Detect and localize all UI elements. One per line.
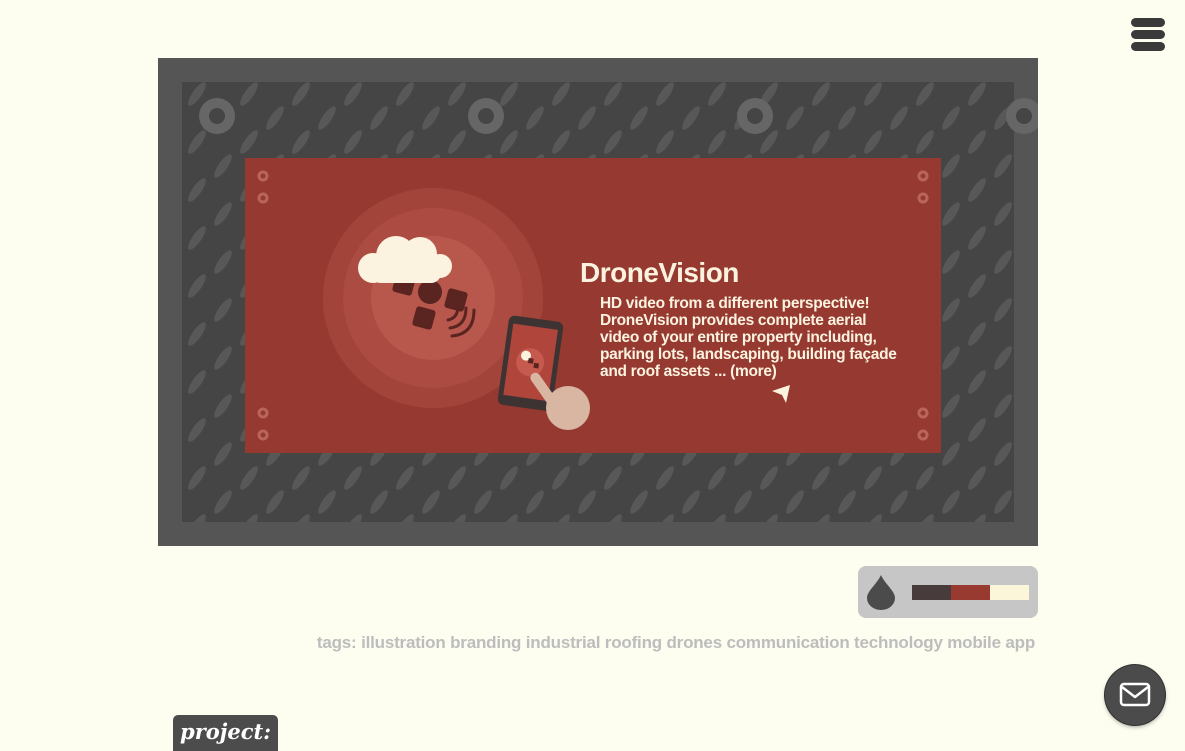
- tag-link[interactable]: industrial: [526, 633, 601, 652]
- hero-description-line: video of your entire property including,: [600, 329, 877, 346]
- contact-button[interactable]: [1105, 665, 1165, 725]
- tag-link[interactable]: branding: [450, 633, 521, 652]
- tag-link[interactable]: mobile: [947, 633, 1001, 652]
- hero-description-line: DroneVision provides complete aerial: [600, 312, 866, 329]
- tags-line: tags: illustration branding industrial r…: [317, 633, 1035, 653]
- tag-link[interactable]: app: [1005, 633, 1035, 652]
- hero-description-line: parking lots, landscaping, building faça…: [600, 346, 897, 363]
- tag-link[interactable]: drones: [666, 633, 722, 652]
- hamburger-icon: [1131, 18, 1165, 27]
- tag-link[interactable]: technology: [854, 633, 943, 652]
- swatch-red: [951, 585, 990, 600]
- swatch-dark: [912, 585, 951, 600]
- tag-link[interactable]: illustration: [361, 633, 446, 652]
- hero-description-line: and roof assets ... (more): [600, 363, 777, 380]
- hero-title: DroneVision: [580, 257, 739, 288]
- color-palette: [858, 566, 1038, 618]
- tag-link[interactable]: communication: [726, 633, 849, 652]
- color-drop-icon: [867, 575, 895, 610]
- tag-link[interactable]: roofing: [605, 633, 662, 652]
- hero-description-line: HD video from a different perspective!: [600, 295, 869, 312]
- menu-button[interactable]: [1131, 18, 1165, 52]
- project-hero-image: DroneVision HD video from a different pe…: [158, 58, 1038, 546]
- swatch-cream: [990, 585, 1029, 600]
- tags-label: tags:: [316, 633, 357, 652]
- mail-icon: [1119, 682, 1151, 707]
- project-label: project:: [173, 715, 278, 751]
